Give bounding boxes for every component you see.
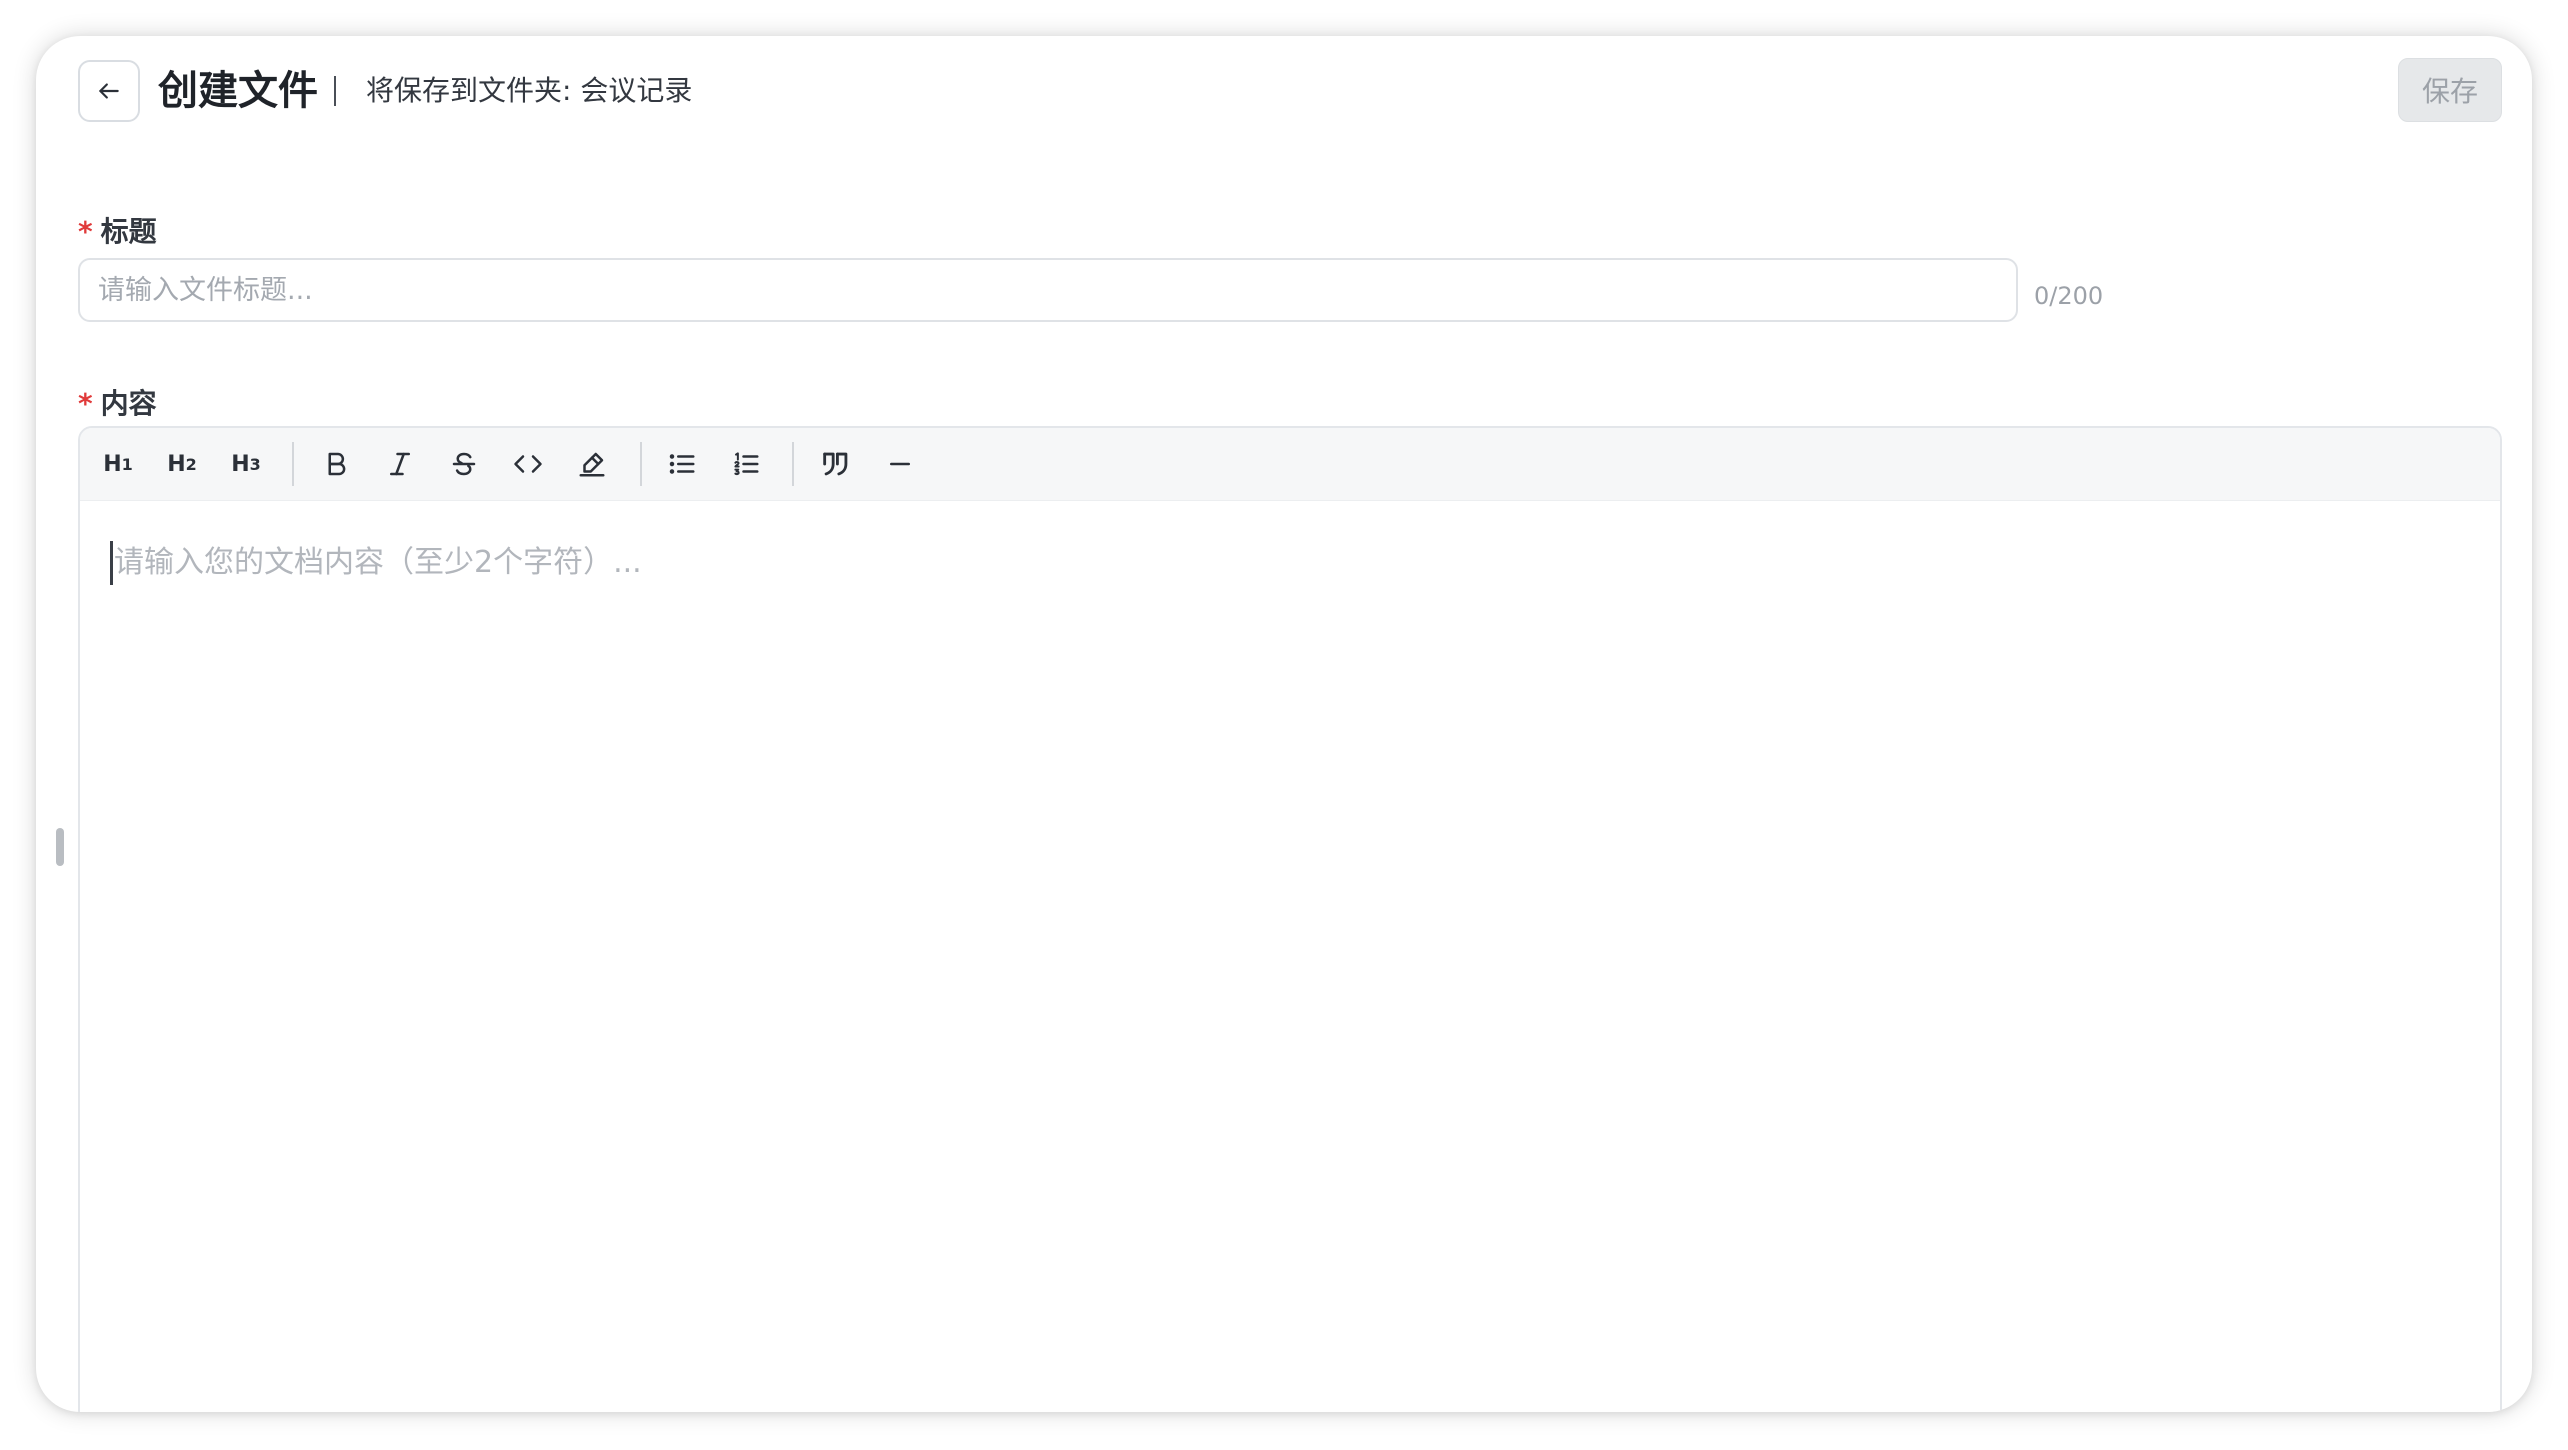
- bold-button[interactable]: [310, 438, 362, 490]
- horizontal-rule-icon: [890, 462, 910, 466]
- title-char-count: 0/200: [2034, 282, 2104, 310]
- heading-1-button[interactable]: H1: [92, 438, 144, 490]
- code-button[interactable]: [502, 438, 554, 490]
- heading-3-button[interactable]: H3: [220, 438, 272, 490]
- heading-3-label: H: [231, 451, 250, 477]
- save-button[interactable]: 保存: [2398, 58, 2502, 122]
- title-field-label: * 标题: [78, 212, 157, 252]
- content-label-text: 内容: [100, 387, 157, 420]
- content-field-label: * 内容: [78, 384, 157, 424]
- editor-placeholder: 请输入您的文档内容（至少2个字符）...: [114, 545, 642, 580]
- toolbar-divider: [640, 442, 642, 486]
- heading-1-sub: 1: [121, 454, 133, 474]
- title-input[interactable]: [78, 258, 2018, 322]
- app-window: 创建文件 将保存到文件夹: 会议记录 保存 *标题 0/200 *内容 H1 H…: [36, 36, 2532, 1412]
- required-mark: *: [78, 387, 93, 420]
- bullet-list-icon: [669, 454, 695, 474]
- page-header: 创建文件 将保存到文件夹: 会议记录 保存: [36, 36, 2532, 146]
- horizontal-rule-button[interactable]: [874, 438, 926, 490]
- code-icon: [514, 455, 542, 473]
- editor-toolbar: H1 H2 H3: [80, 428, 2500, 501]
- blockquote-button[interactable]: [810, 438, 862, 490]
- title-label-text: 标题: [100, 215, 157, 248]
- heading-1-label: H: [103, 451, 122, 477]
- heading-2-button[interactable]: H2: [156, 438, 208, 490]
- heading-2-sub: 2: [185, 454, 197, 474]
- editor-content-area[interactable]: 请输入您的文档内容（至少2个字符）...: [80, 501, 2500, 1412]
- text-cursor: [110, 541, 113, 585]
- toolbar-divider: [792, 442, 794, 486]
- italic-button[interactable]: [374, 438, 426, 490]
- blockquote-icon: [823, 452, 848, 476]
- save-location-hint: 将保存到文件夹: 会议记录: [366, 74, 693, 107]
- heading-3-sub: 3: [249, 454, 261, 474]
- strikethrough-button[interactable]: [438, 438, 490, 490]
- page-title: 创建文件: [158, 68, 318, 114]
- strikethrough-icon: [452, 452, 476, 476]
- highlight-button[interactable]: [566, 438, 618, 490]
- ordered-list-icon: [734, 452, 759, 476]
- rich-text-editor: H1 H2 H3 请输入您的文档内容（至少2个字符）...: [78, 426, 2502, 1412]
- arrow-left-icon: [99, 83, 119, 99]
- title-divider: [334, 76, 336, 106]
- heading-2-label: H: [167, 451, 186, 477]
- ordered-list-button[interactable]: [720, 438, 772, 490]
- required-mark: *: [78, 215, 93, 248]
- italic-icon: [390, 452, 410, 476]
- resize-handle[interactable]: [56, 828, 64, 866]
- back-button[interactable]: [78, 60, 140, 122]
- highlight-icon: [579, 452, 605, 477]
- bullet-list-button[interactable]: [656, 438, 708, 490]
- bold-icon: [328, 452, 346, 476]
- toolbar-divider: [292, 442, 294, 486]
